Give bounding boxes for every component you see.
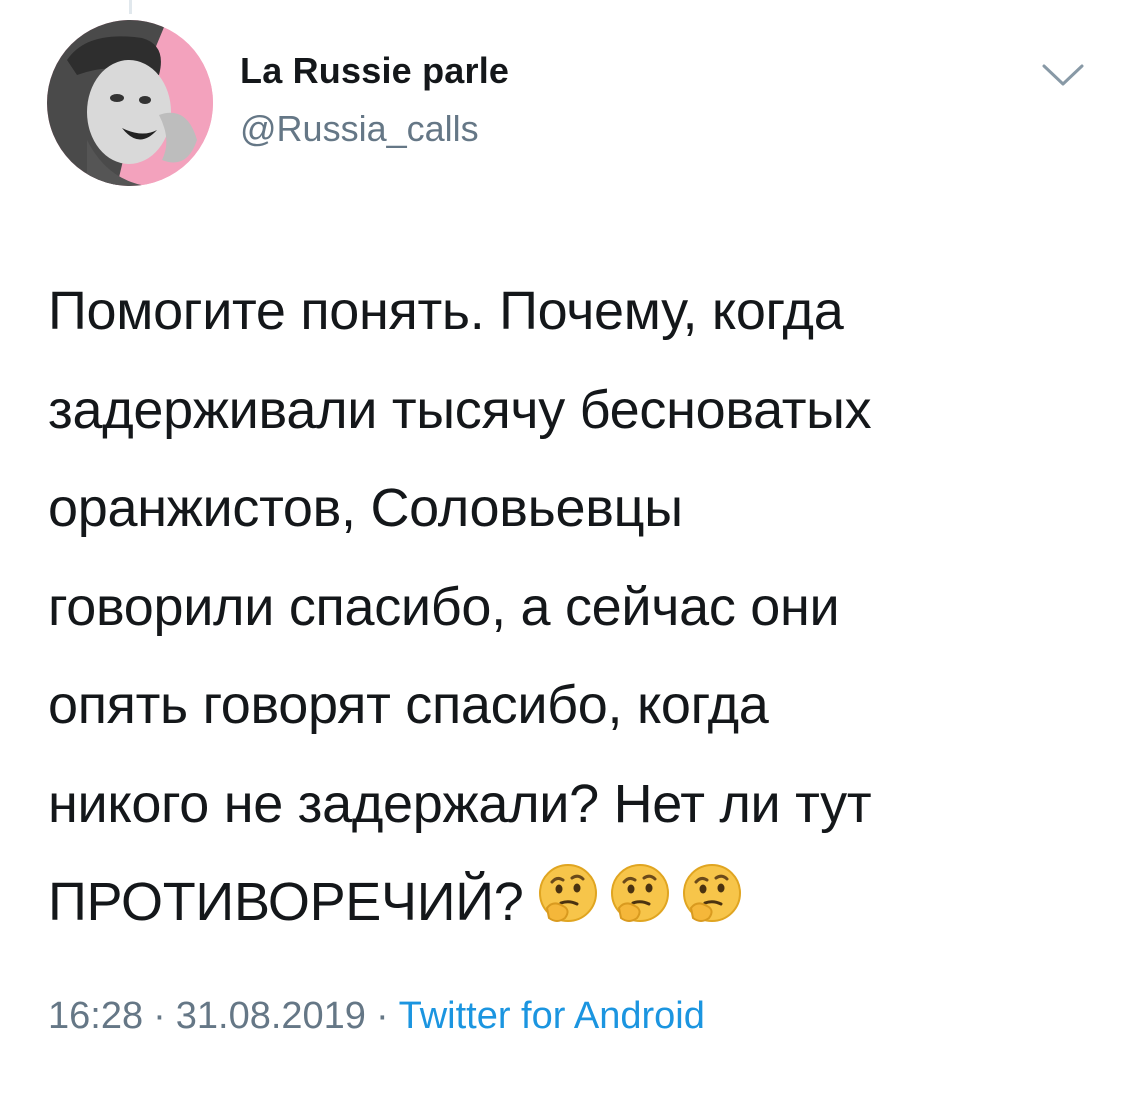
avatar[interactable] <box>47 20 213 186</box>
avatar-image <box>47 20 213 186</box>
tweet-line: опять говорят спасибо, когда <box>48 675 769 735</box>
tweet-line-text: ПРОТИВОРЕЧИЙ? <box>48 872 524 932</box>
thinking-face-icon <box>539 864 598 922</box>
source-link[interactable]: Twitter for Android <box>399 995 705 1037</box>
tweet-line: задерживали тысячу бесноватых <box>48 379 872 440</box>
tweet-line-last: ПРОТИВОРЕЧИЙ? <box>48 853 1088 952</box>
tweet-time[interactable]: 16:28 <box>48 995 143 1037</box>
thread-connector <box>129 0 132 14</box>
tweet-text: Помогите понять. Почему, когда задержива… <box>48 262 1088 952</box>
tweet-line: оранжистов, Соловьевцы <box>48 478 683 538</box>
meta-separator: · <box>153 995 166 1037</box>
tweet-line: никого не задержали? Нет ли тут <box>48 773 872 834</box>
chevron-down-icon[interactable] <box>1040 62 1086 90</box>
tweet-meta: 16:28 · 31.08.2019 · Twitter for Android <box>48 995 705 1038</box>
meta-separator: · <box>375 995 389 1037</box>
tweet-line: Помогите понять. Почему, когда <box>48 281 844 341</box>
user-handle[interactable]: @Russia_calls <box>240 108 479 150</box>
thinking-face-icon <box>611 864 670 922</box>
display-name[interactable]: La Russie parle <box>240 50 509 92</box>
tweet-line: говорили спасибо, а сейчас они <box>48 576 840 637</box>
tweet-date[interactable]: 31.08.2019 <box>176 995 366 1037</box>
thinking-face-icon <box>683 864 742 922</box>
